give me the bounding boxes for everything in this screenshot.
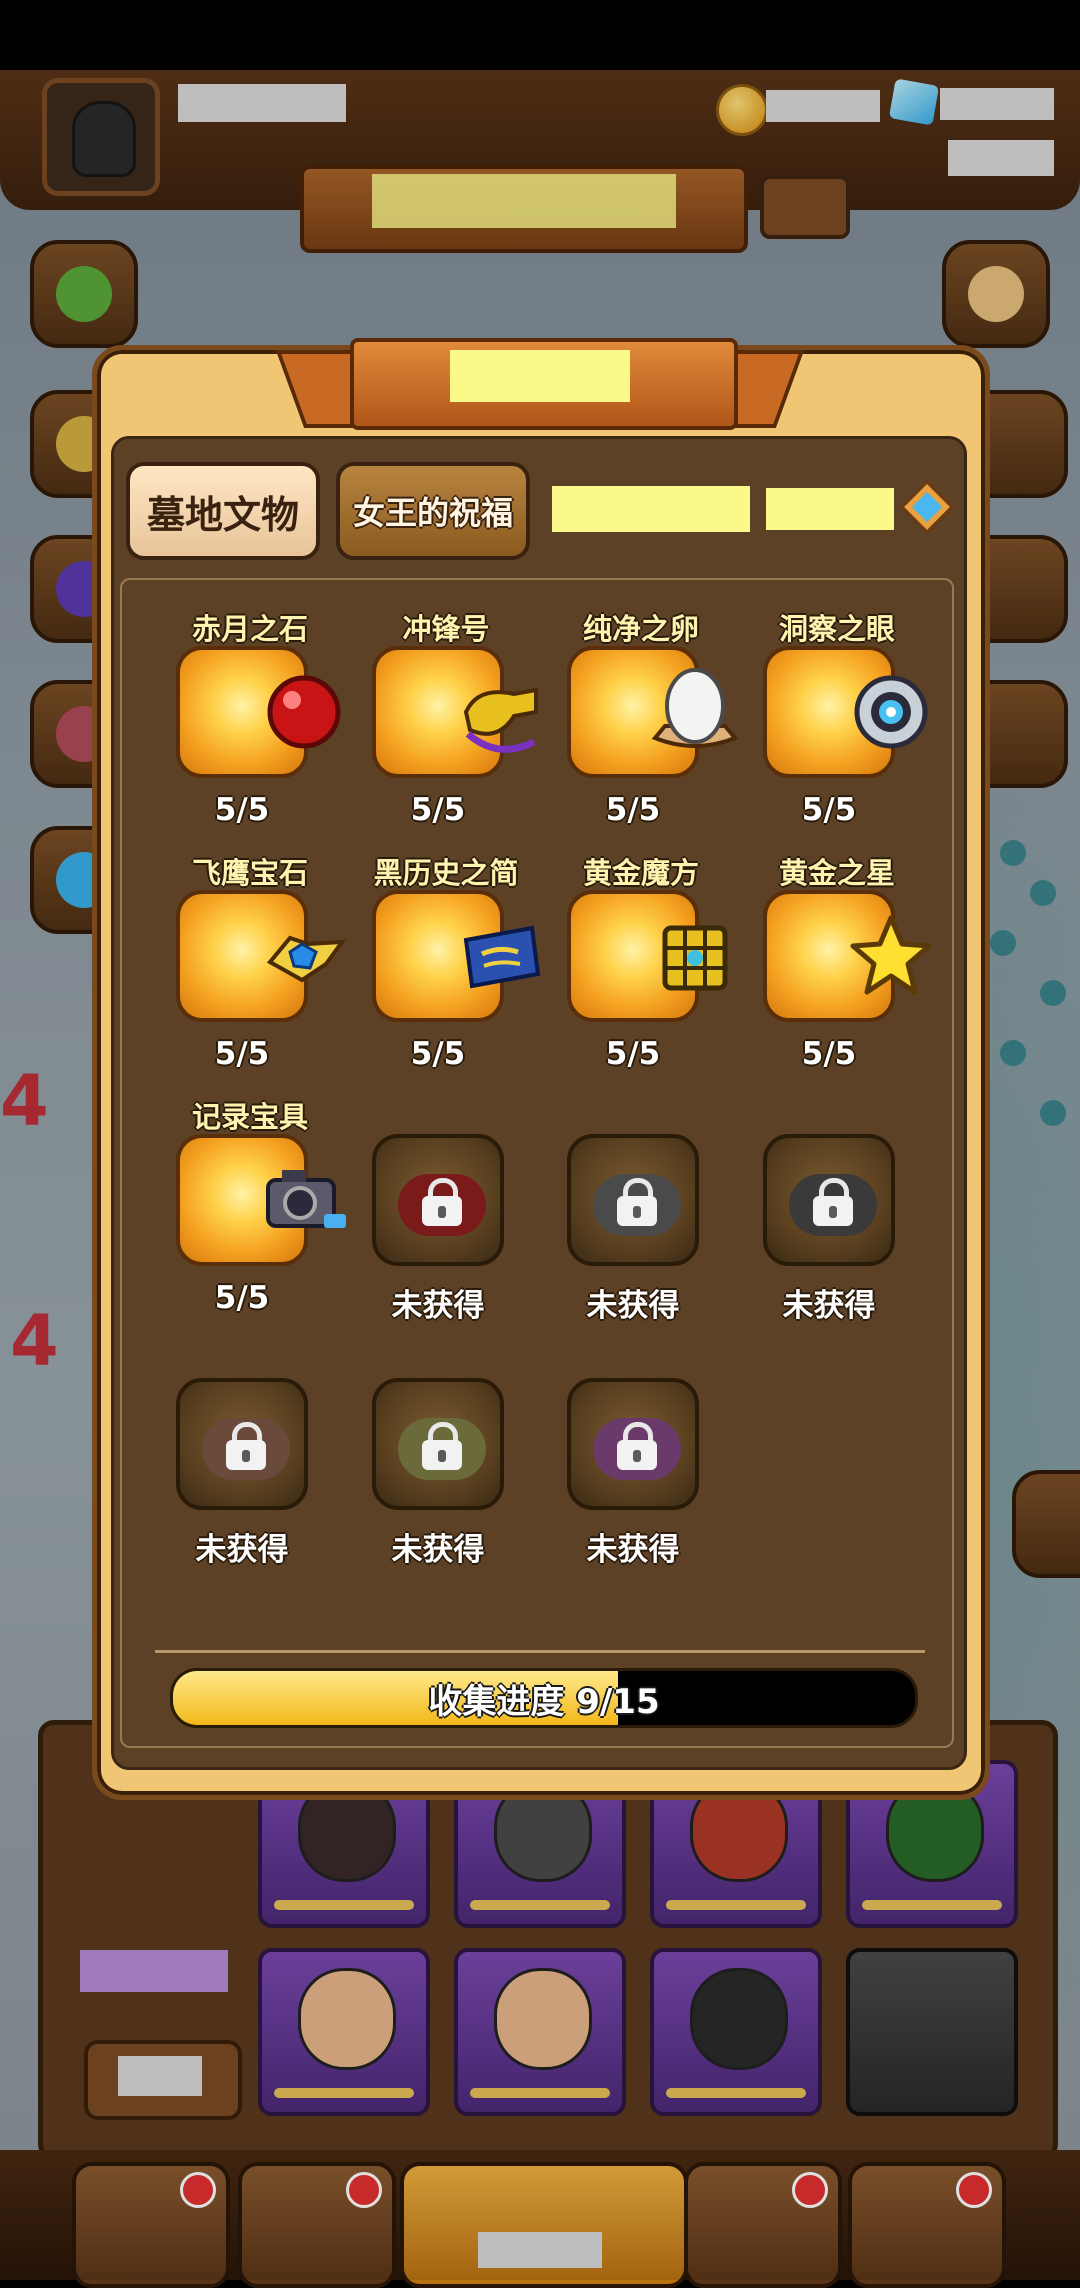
relic-status: 未获得 (391, 1532, 485, 1568)
relic-tile (372, 646, 538, 778)
relic-item[interactable]: 洞察之眼 5/5 (739, 606, 935, 846)
relic-item[interactable]: 飞鹰宝石 5/5 (152, 850, 348, 1090)
relic-count: 5/5 (605, 1036, 661, 1072)
relic-tile (176, 890, 347, 1022)
locked-relic-item[interactable]: 未获得 (739, 1094, 935, 1334)
progress-divider (155, 1650, 925, 1653)
relic-name: 黑历史之简 (373, 856, 519, 890)
relic-name: 黄金之星 (778, 856, 895, 890)
relic-count: 5/5 (605, 792, 661, 828)
locked-relic-item[interactable]: 未获得 (348, 1094, 544, 1334)
locked-relic-item[interactable]: 未获得 (348, 1338, 544, 1578)
relic-count: 5/5 (801, 792, 857, 828)
lock-icon (422, 1422, 462, 1470)
relic-tile (176, 1134, 346, 1266)
relic-status: 未获得 (782, 1288, 876, 1324)
relic-tile (372, 890, 541, 1022)
collection-progress-bar: 收集进度 9/15 (170, 1668, 918, 1728)
relic-status: 未获得 (586, 1532, 680, 1568)
relic-item[interactable]: 记录宝具 5/5 (152, 1094, 348, 1334)
relic-tile (176, 646, 341, 778)
lock-icon (617, 1422, 657, 1470)
blue-crystal-icon (899, 479, 955, 535)
relic-tile (567, 1378, 699, 1510)
relic-name: 冲锋号 (402, 612, 490, 646)
eye-lens-icon (854, 675, 928, 749)
relic-item[interactable]: 黄金魔方 5/5 (543, 850, 739, 1090)
modal-title-redacted (450, 350, 630, 402)
tab-info-redacted-1 (552, 486, 750, 532)
relic-tile (763, 1134, 895, 1266)
relic-name: 赤月之石 (191, 612, 308, 646)
relic-count: 5/5 (214, 1036, 270, 1072)
relic-item[interactable]: 冲锋号 5/5 (348, 606, 544, 846)
relic-status: 未获得 (391, 1288, 485, 1324)
lock-icon (813, 1178, 853, 1226)
progress-label: 收集进度 9/15 (428, 1681, 660, 1722)
relic-name: 洞察之眼 (778, 612, 895, 646)
relic-status: 未获得 (586, 1288, 680, 1324)
locked-relic-item[interactable]: 未获得 (543, 1338, 739, 1578)
golden-star-icon (850, 915, 932, 995)
relic-count: 5/5 (801, 1036, 857, 1072)
locked-relic-item[interactable]: 未获得 (152, 1338, 348, 1578)
tab-graveyard-relics[interactable]: 墓地文物 (126, 462, 320, 560)
lock-icon (422, 1178, 462, 1226)
relic-tile (567, 890, 728, 1022)
relic-count: 5/5 (410, 792, 466, 828)
relic-item[interactable]: 黄金之星 5/5 (739, 850, 935, 1090)
relic-tile (567, 646, 739, 778)
relic-name: 记录宝具 (191, 1100, 308, 1134)
relic-tile (567, 1134, 699, 1266)
relic-count: 5/5 (214, 1280, 270, 1316)
relic-count: 5/5 (214, 792, 270, 828)
relic-item[interactable]: 黑历史之简 5/5 (348, 850, 544, 1090)
relic-tile (763, 890, 932, 1022)
locked-relic-item[interactable]: 未获得 (543, 1094, 739, 1334)
relic-item[interactable]: 赤月之石 5/5 (152, 606, 348, 846)
tab-queen-blessing[interactable]: 女王的祝福 (336, 462, 530, 560)
lock-icon (226, 1422, 266, 1470)
relic-tile (372, 1134, 504, 1266)
relic-status: 未获得 (195, 1532, 289, 1568)
relic-name: 纯净之卵 (582, 612, 699, 646)
relic-name: 飞鹰宝石 (191, 856, 308, 890)
relic-tile (176, 1378, 308, 1510)
relic-name: 黄金魔方 (582, 856, 699, 890)
relic-tile (763, 646, 928, 778)
relic-tile (372, 1378, 504, 1510)
lock-icon (617, 1178, 657, 1226)
relic-count: 5/5 (410, 1036, 466, 1072)
tab-info-redacted-2 (766, 488, 894, 530)
relic-item[interactable]: 纯净之卵 5/5 (543, 606, 739, 846)
